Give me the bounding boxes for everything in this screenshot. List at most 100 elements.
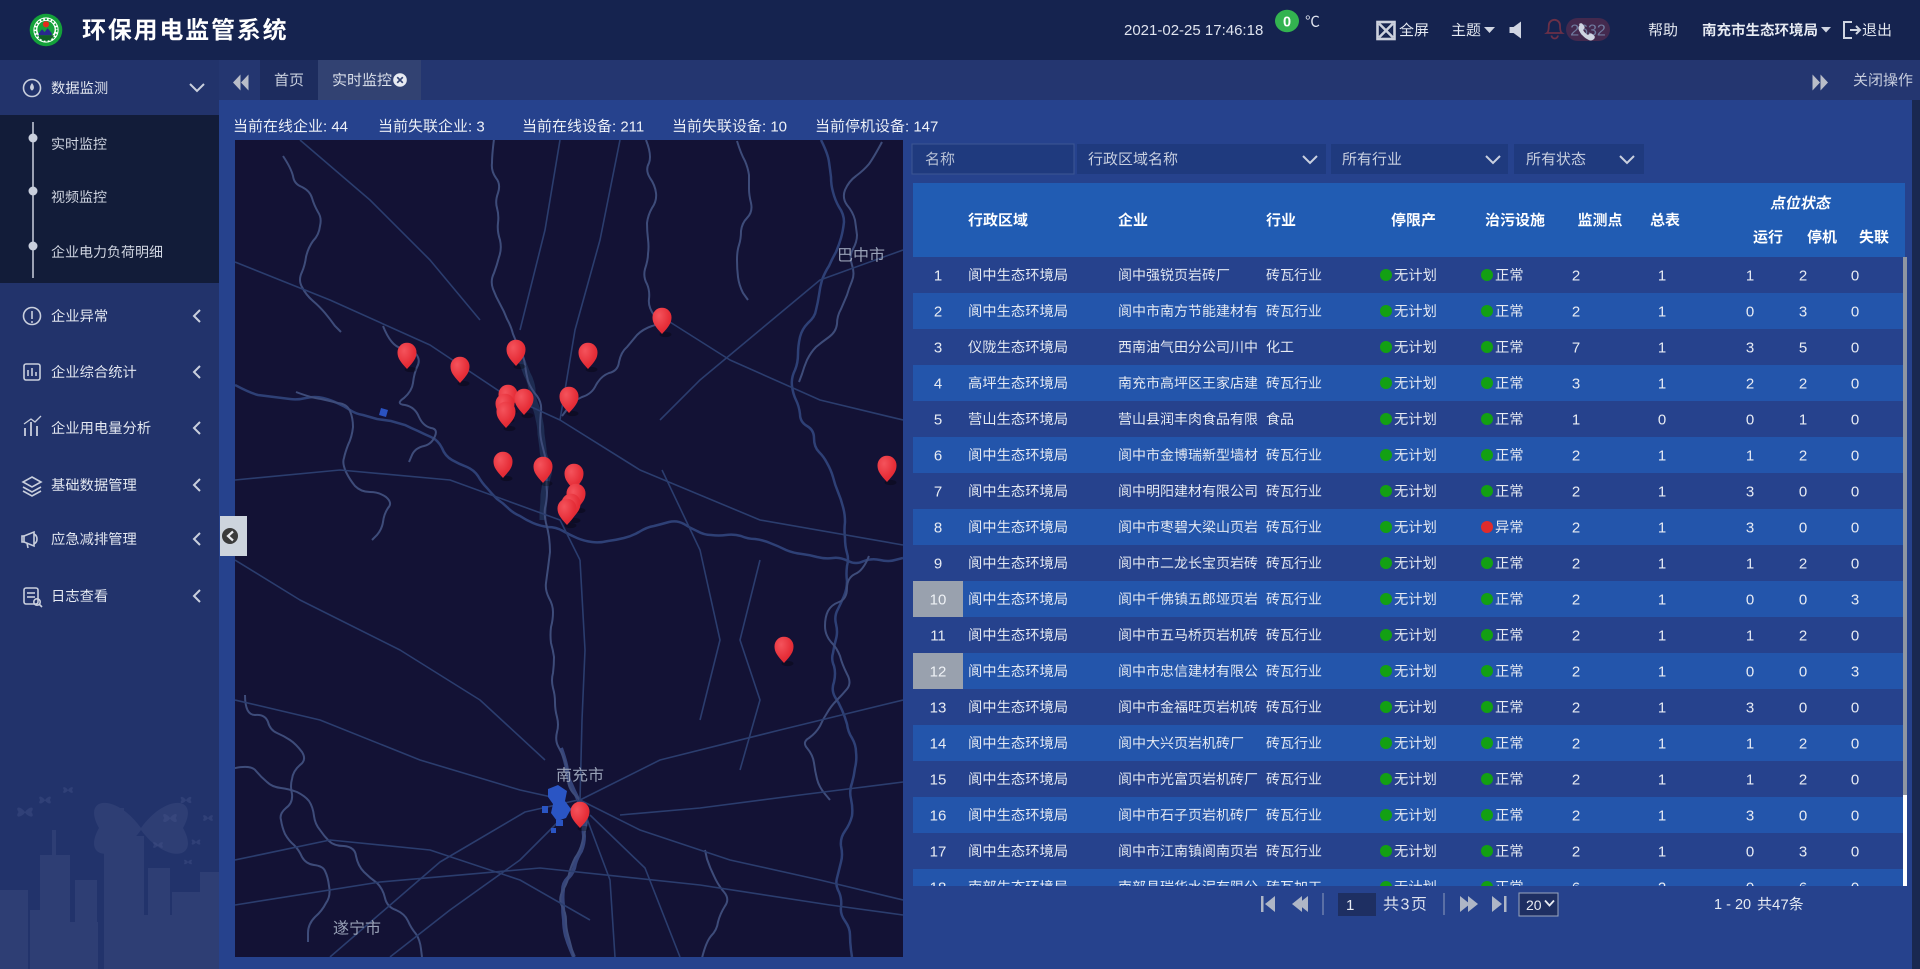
svg-text:1: 1 (934, 267, 942, 284)
svg-text:14: 14 (930, 735, 947, 752)
svg-text:2: 2 (1572, 591, 1580, 608)
svg-text:12: 12 (930, 663, 947, 680)
svg-text:1: 1 (1658, 843, 1666, 860)
svg-text:1: 1 (1658, 735, 1666, 752)
svg-text:0: 0 (1283, 15, 1291, 31)
svg-text:0: 0 (1851, 735, 1859, 752)
svg-text:1: 1 (1572, 411, 1580, 428)
svg-text:3: 3 (934, 339, 942, 356)
svg-text:3: 3 (1572, 375, 1580, 392)
svg-text:1: 1 (1746, 771, 1754, 788)
svg-text:0: 0 (1746, 843, 1754, 860)
svg-text:: 211: : 211 (612, 118, 644, 135)
svg-text:7: 7 (1572, 339, 1580, 356)
svg-text:2: 2 (1572, 519, 1580, 536)
svg-text:0: 0 (1851, 339, 1859, 356)
svg-text:: 3: : 3 (468, 118, 485, 135)
svg-text:2: 2 (1572, 771, 1580, 788)
svg-text:0: 0 (1851, 627, 1859, 644)
svg-text:7: 7 (934, 483, 942, 500)
svg-text:0: 0 (1851, 555, 1859, 572)
svg-text:1: 1 (1658, 303, 1666, 320)
svg-text:2: 2 (1572, 555, 1580, 572)
svg-text:2: 2 (1572, 699, 1580, 716)
svg-text:2: 2 (1572, 267, 1580, 284)
svg-text:9: 9 (934, 555, 942, 572)
svg-text:1: 1 (1746, 555, 1754, 572)
svg-text:2: 2 (1799, 555, 1807, 572)
svg-text:10: 10 (930, 591, 947, 608)
svg-text:0: 0 (1658, 411, 1666, 428)
svg-text:3: 3 (1746, 519, 1754, 536)
svg-text:0: 0 (1799, 483, 1807, 500)
svg-text:: 147: : 147 (905, 118, 938, 135)
svg-text:: 44: : 44 (323, 118, 348, 135)
svg-text:2: 2 (1799, 267, 1807, 284)
svg-text:0: 0 (1851, 411, 1859, 428)
svg-text:1: 1 (1658, 807, 1666, 824)
svg-text:3: 3 (1401, 897, 1411, 914)
svg-text:6: 6 (934, 447, 942, 464)
svg-text:3: 3 (1746, 807, 1754, 824)
svg-text:1: 1 (1658, 375, 1666, 392)
svg-text:2: 2 (1572, 303, 1580, 320)
svg-text:47: 47 (1772, 896, 1789, 913)
svg-text:0: 0 (1851, 699, 1859, 716)
svg-text:0: 0 (1851, 483, 1859, 500)
svg-text:2: 2 (1572, 843, 1580, 860)
svg-text:1: 1 (1746, 267, 1754, 284)
svg-text:0: 0 (1746, 411, 1754, 428)
svg-text:0: 0 (1851, 375, 1859, 392)
svg-text:2: 2 (934, 303, 942, 320)
svg-text:16: 16 (930, 807, 947, 824)
svg-text:1: 1 (1658, 591, 1666, 608)
svg-text:1: 1 (1346, 897, 1354, 914)
svg-text:13: 13 (930, 699, 947, 716)
svg-text:3: 3 (1799, 843, 1807, 860)
svg-text:0: 0 (1799, 591, 1807, 608)
svg-text:3: 3 (1746, 483, 1754, 500)
svg-text:1: 1 (1746, 447, 1754, 464)
svg-text:3: 3 (1851, 663, 1859, 680)
svg-text:17: 17 (930, 843, 947, 860)
svg-text:11: 11 (930, 627, 946, 644)
svg-text:0: 0 (1851, 267, 1859, 284)
svg-text:2: 2 (1572, 663, 1580, 680)
svg-text:0: 0 (1746, 591, 1754, 608)
svg-text:1: 1 (1658, 699, 1666, 716)
svg-text:1: 1 (1658, 627, 1666, 644)
svg-text:1: 1 (1658, 519, 1666, 536)
svg-text:0: 0 (1746, 663, 1754, 680)
svg-text:2: 2 (1799, 735, 1807, 752)
svg-text:2: 2 (1799, 447, 1807, 464)
svg-text:15: 15 (930, 771, 947, 788)
svg-text:3: 3 (1851, 591, 1859, 608)
svg-text:: 10: : 10 (762, 118, 787, 135)
svg-text:3: 3 (1746, 339, 1754, 356)
svg-text:3: 3 (1799, 303, 1807, 320)
svg-text:1: 1 (1658, 339, 1666, 356)
svg-text:2: 2 (1799, 627, 1807, 644)
svg-text:8: 8 (934, 519, 942, 536)
svg-text:4: 4 (934, 375, 942, 392)
svg-text:20: 20 (1526, 897, 1542, 913)
svg-text:0: 0 (1799, 807, 1807, 824)
svg-text:2: 2 (1572, 447, 1580, 464)
svg-text:0: 0 (1799, 663, 1807, 680)
svg-text:1: 1 (1658, 663, 1666, 680)
svg-text:1: 1 (1658, 555, 1666, 572)
svg-text:0: 0 (1851, 843, 1859, 860)
svg-text:3: 3 (1746, 699, 1754, 716)
svg-text:0: 0 (1746, 303, 1754, 320)
svg-text:2: 2 (1572, 627, 1580, 644)
svg-text:0: 0 (1851, 303, 1859, 320)
svg-text:5: 5 (934, 411, 942, 428)
svg-text:2: 2 (1799, 375, 1807, 392)
svg-text:2: 2 (1746, 375, 1754, 392)
svg-text:1: 1 (1658, 483, 1666, 500)
svg-text:0: 0 (1799, 519, 1807, 536)
svg-text:1: 1 (1658, 447, 1666, 464)
svg-text:1: 1 (1658, 267, 1666, 284)
svg-text:0: 0 (1851, 447, 1859, 464)
svg-text:0: 0 (1851, 519, 1859, 536)
